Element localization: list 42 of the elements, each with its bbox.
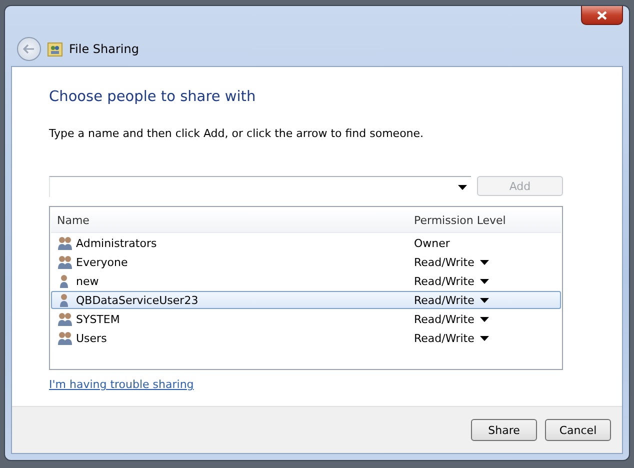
caret-icon <box>480 278 490 284</box>
person-name: QBDataServiceUser23 <box>76 294 198 306</box>
permission-level: Read/Write <box>414 332 474 344</box>
user-group-icon <box>57 254 73 270</box>
permission-level: Read/Write <box>414 256 474 268</box>
person-row[interactable]: QBDataServiceUser23 Read/Write <box>51 291 561 309</box>
permission-level: Read/Write <box>414 294 474 306</box>
user-group-icon <box>57 312 73 326</box>
column-header: Permission Level <box>413 214 507 226</box>
caret-icon <box>480 260 490 264</box>
permission-level: Read/Write <box>414 312 474 326</box>
close-icon <box>597 10 607 20</box>
user-group-icon <box>57 236 73 250</box>
dialog-button[interactable]: Share <box>471 419 537 441</box>
user-group-icon <box>57 330 73 346</box>
caret-icon <box>480 336 490 340</box>
name-combo-field[interactable] <box>49 176 471 197</box>
person-row[interactable]: new Read/Write <box>51 272 561 290</box>
person-name: Administrators <box>76 236 157 250</box>
dialog-button[interactable]: Cancel <box>545 419 611 441</box>
back-button[interactable] <box>17 37 41 61</box>
window-title: File Sharing <box>69 42 139 56</box>
person-row[interactable]: Administrators Owner <box>51 234 561 252</box>
person-name: new <box>76 274 99 288</box>
caret-icon <box>480 298 490 302</box>
close-button[interactable] <box>581 6 623 25</box>
permission-level: Owner <box>414 236 450 250</box>
instruction-text: Type a name and then click Add, or click the arrow to find someone. <box>49 127 425 140</box>
dialog-heading: Choose people to share with <box>49 89 257 105</box>
permission-level: Read/Write <box>414 274 474 288</box>
person-name: Users <box>76 332 107 344</box>
person-row[interactable]: Everyone Read/Write <box>51 253 561 271</box>
caret-icon <box>480 316 490 322</box>
back-arrow-icon <box>23 44 35 54</box>
column-header: Name <box>56 214 90 226</box>
person-name: SYSTEM <box>76 312 120 326</box>
caret-icon <box>458 184 467 190</box>
person-name: Everyone <box>76 256 128 268</box>
help-link[interactable]: I'm having trouble sharing <box>49 378 194 391</box>
person-row[interactable]: Users Read/Write <box>51 329 561 347</box>
person-row[interactable]: SYSTEM Read/Write <box>51 310 561 328</box>
file-sharing-icon <box>47 41 63 57</box>
